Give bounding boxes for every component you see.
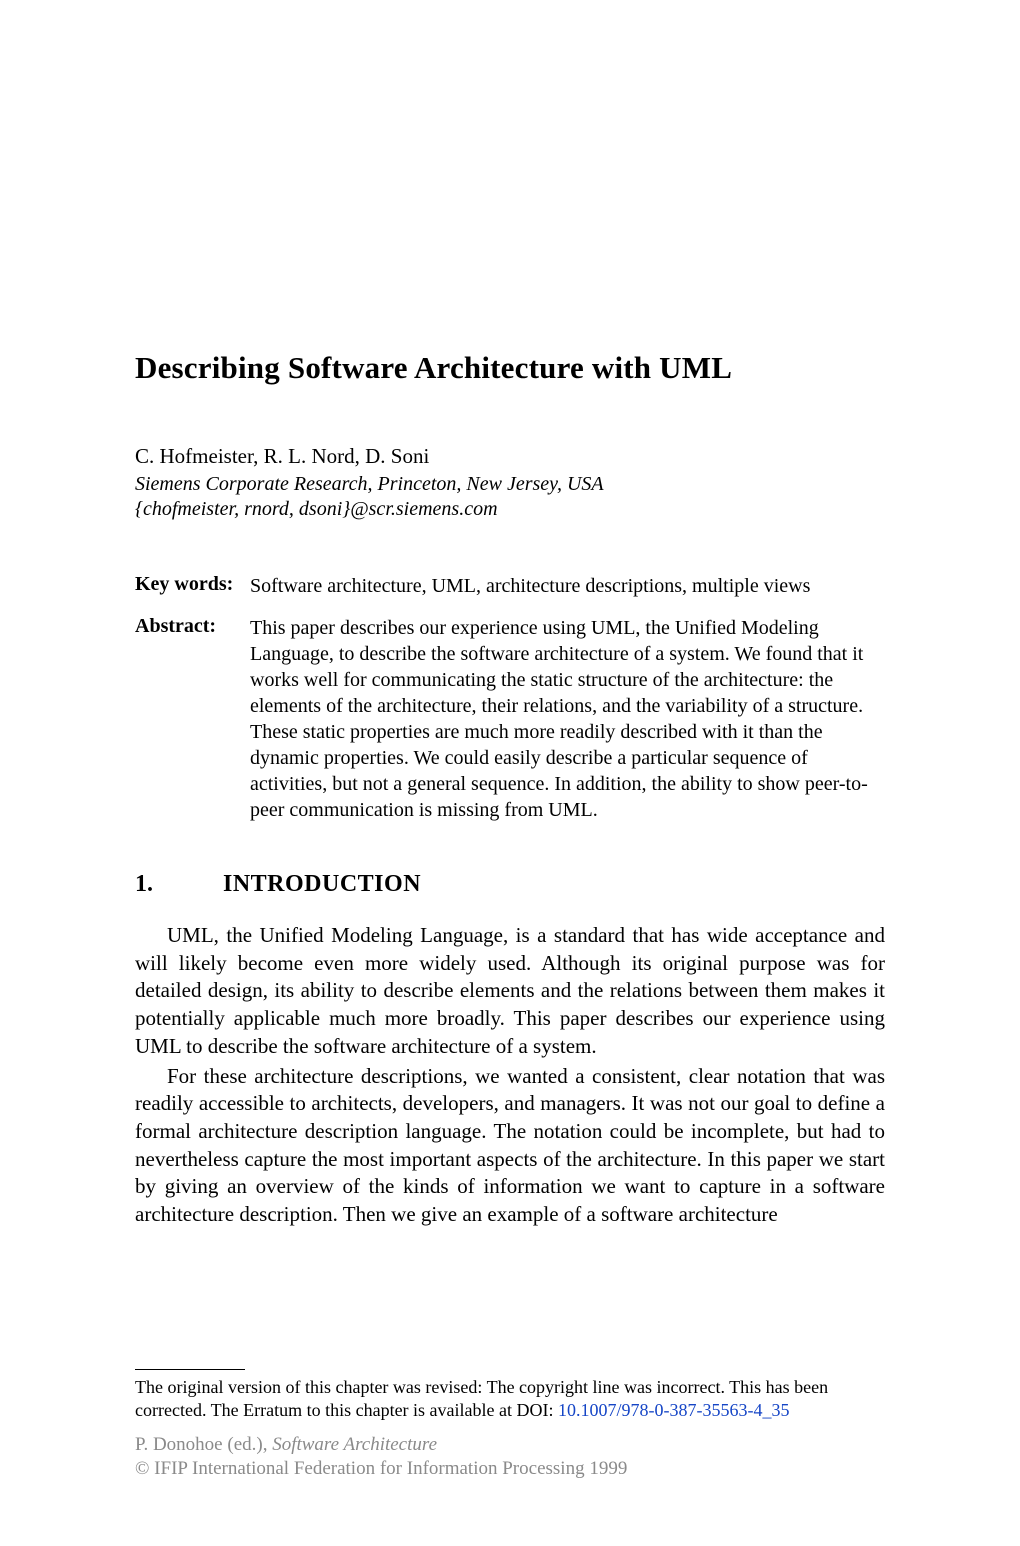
keywords-label: Key words: xyxy=(135,573,250,596)
doi-link[interactable]: 10.1007/978-0-387-35563-4_35 xyxy=(558,1400,789,1420)
abstract-row: Abstract: This paper describes our exper… xyxy=(135,615,885,823)
editor-prefix: P. Donohoe (ed.), xyxy=(135,1434,272,1455)
body-paragraph: For these architecture descriptions, we … xyxy=(135,1063,885,1229)
copyright-line: © IFIP International Federation for Info… xyxy=(135,1457,885,1482)
section-heading: 1. INTRODUCTION xyxy=(135,871,885,898)
page-footer: The original version of this chapter was… xyxy=(135,1369,885,1482)
paper-title: Describing Software Architecture with UM… xyxy=(135,350,885,386)
footnote-rule xyxy=(135,1369,245,1370)
paper-page: Describing Software Architecture with UM… xyxy=(0,0,1020,1546)
affiliation: Siemens Corporate Research, Princeton, N… xyxy=(135,473,885,496)
section-title: INTRODUCTION xyxy=(223,871,421,898)
erratum-note: The original version of this chapter was… xyxy=(135,1376,885,1423)
editor-line: P. Donohoe (ed.), Software Architecture xyxy=(135,1433,885,1458)
authors: C. Hofmeister, R. L. Nord, D. Soni xyxy=(135,444,885,469)
book-title: Software Architecture xyxy=(272,1434,437,1455)
abstract-label: Abstract: xyxy=(135,615,250,638)
abstract-text: This paper describes our experience usin… xyxy=(250,615,885,823)
keywords-row: Key words: Software architecture, UML, a… xyxy=(135,573,885,599)
body-paragraph: UML, the Unified Modeling Language, is a… xyxy=(135,922,885,1061)
author-emails: {chofmeister, rnord, dsoni}@scr.siemens.… xyxy=(135,498,885,521)
keywords-text: Software architecture, UML, architecture… xyxy=(250,573,885,599)
section-number: 1. xyxy=(135,871,223,898)
